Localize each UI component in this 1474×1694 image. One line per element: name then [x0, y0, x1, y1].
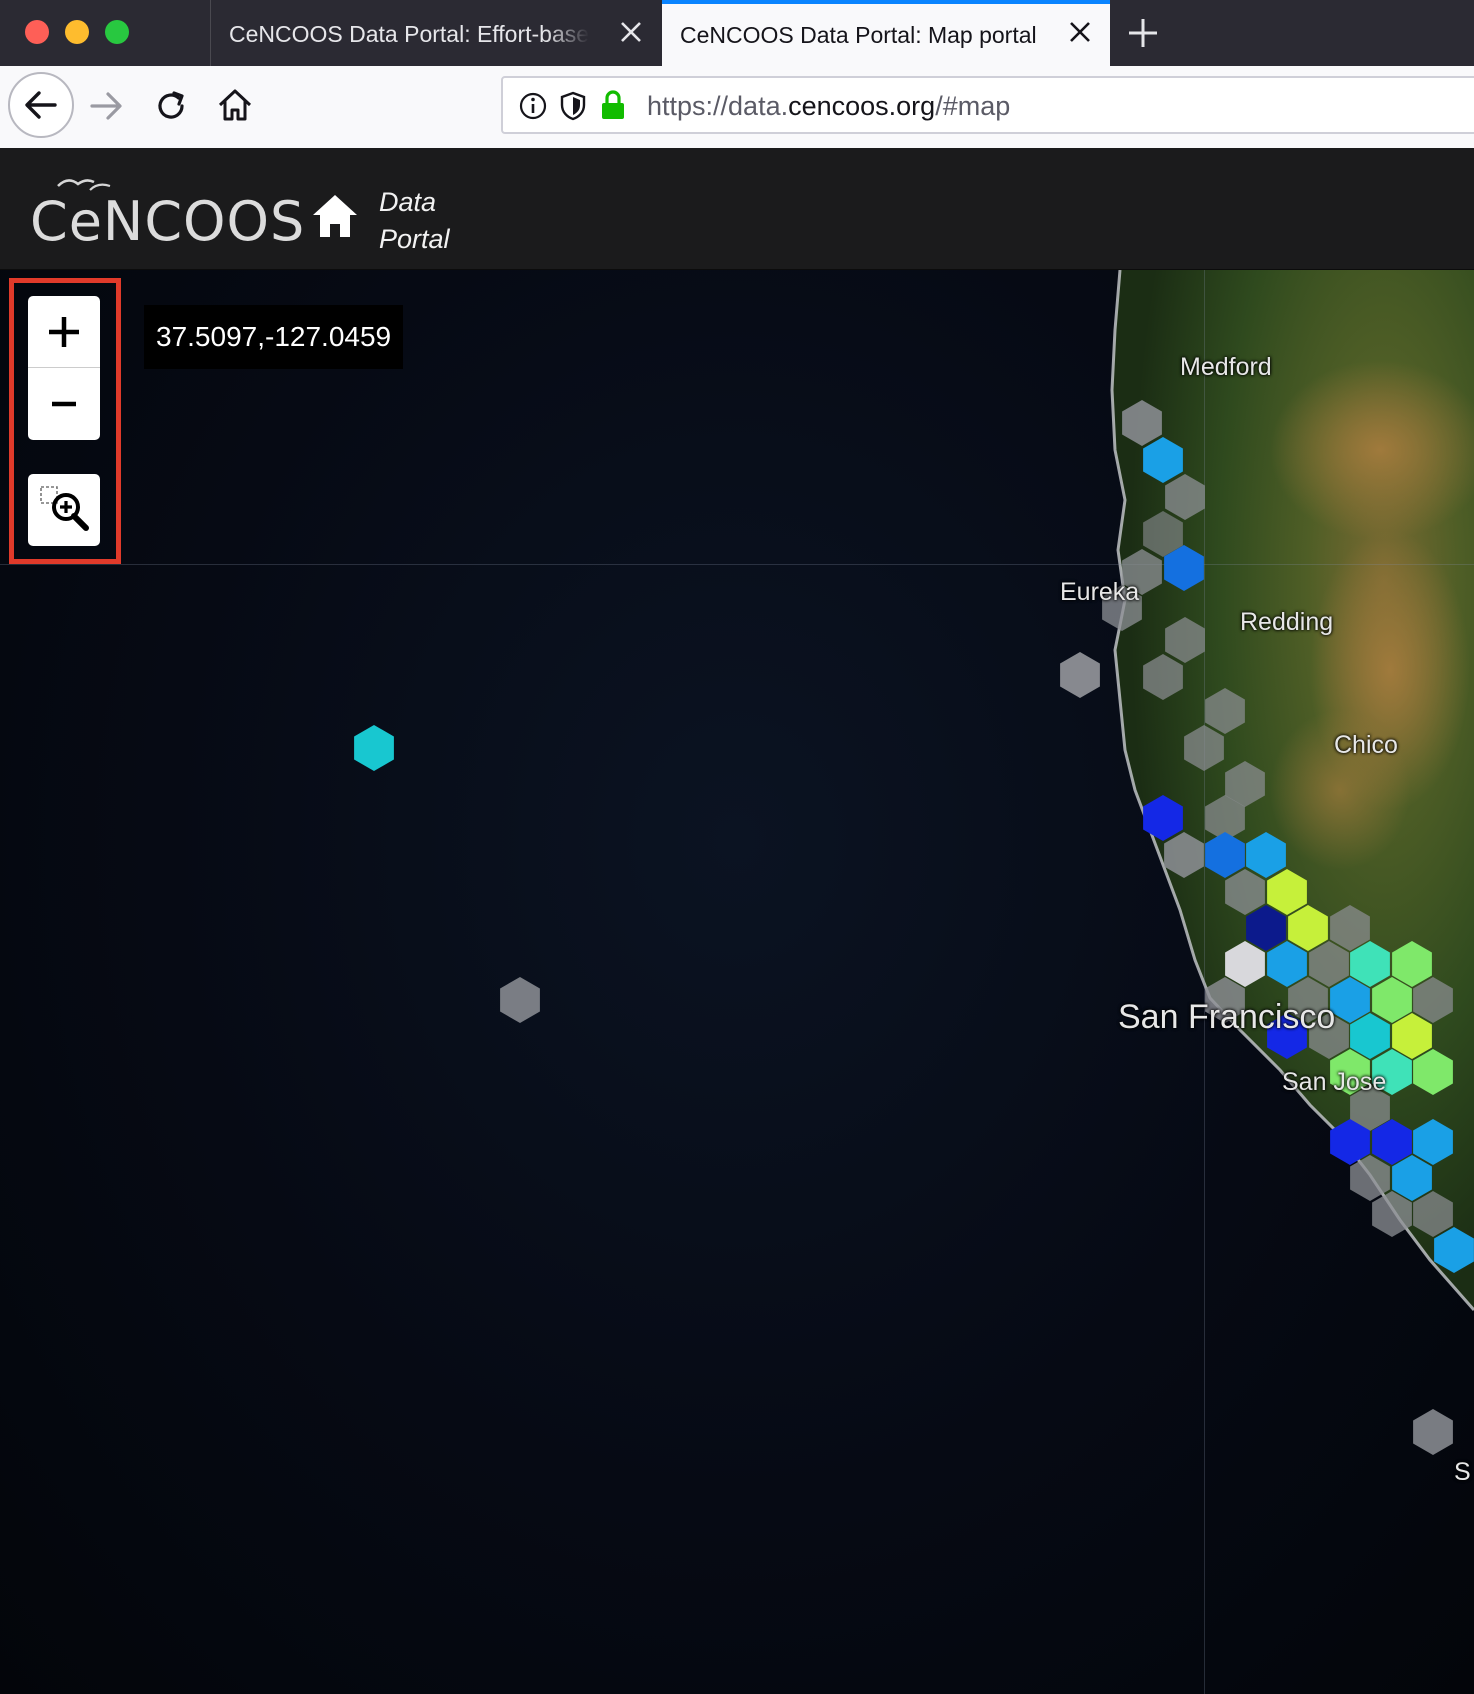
tab-title: CeNCOOS Data Portal: Effort-based: [229, 21, 589, 47]
hexbin-cell[interactable]: [1267, 869, 1307, 915]
browser-navigation-bar: https://data.cencoos.org/#map: [0, 66, 1474, 149]
browser-tab-strip: CeNCOOS Data Portal: Effort-based CeNCOO…: [0, 0, 1474, 66]
city-label-eureka: Eureka: [1060, 578, 1140, 606]
hexbin-cell[interactable]: [1246, 832, 1286, 878]
city-label-redding: Redding: [1240, 608, 1334, 636]
url-prefix: https://data.: [647, 91, 789, 121]
map-viewport[interactable]: Medford Eureka Redding Chico San Francis…: [0, 270, 1474, 1694]
hexbin-cell[interactable]: [1392, 1155, 1432, 1201]
window-minimize-button[interactable]: [65, 20, 89, 44]
info-icon[interactable]: [519, 92, 547, 120]
hexbin-cell[interactable]: [1413, 1049, 1453, 1095]
city-label-medford: Medford: [1180, 353, 1272, 381]
hexbin-cell[interactable]: [1413, 977, 1453, 1023]
hexbin-cell[interactable]: [1267, 941, 1307, 987]
reload-icon[interactable]: [153, 88, 189, 124]
hexbin-cell[interactable]: [1434, 1227, 1474, 1273]
nav-label-line2: Portal: [379, 224, 450, 254]
hexbin-cell[interactable]: [1413, 1119, 1453, 1165]
hexbin-cell[interactable]: [354, 725, 394, 771]
url-text[interactable]: https://data.cencoos.org/#map: [647, 78, 1010, 134]
city-label-partial: S: [1454, 1458, 1471, 1486]
hexbin-cell[interactable]: [1060, 652, 1100, 698]
hexbin-cell[interactable]: [1225, 869, 1265, 915]
city-label-san-jose: San Jose: [1282, 1068, 1387, 1096]
hexbin-cell[interactable]: [1330, 977, 1370, 1023]
hexbin-cell[interactable]: [1350, 1155, 1390, 1201]
nav-label-line1: Data: [379, 187, 437, 217]
hexbin-cell[interactable]: [1143, 437, 1183, 483]
hexbin-cell[interactable]: [1165, 617, 1205, 663]
url-path: /#map: [935, 91, 1011, 121]
hexbin-cell[interactable]: [1122, 400, 1162, 446]
data-portal-link[interactable]: Data Portal: [379, 184, 450, 258]
hexbin-cell[interactable]: [1350, 1013, 1390, 1059]
site-header: CeNCOOS Data Portal: [0, 148, 1474, 271]
window-zoom-button[interactable]: [105, 20, 129, 44]
hexbin-cell[interactable]: [1392, 941, 1432, 987]
home-icon[interactable]: [216, 86, 254, 124]
hexbin-cell[interactable]: [1143, 654, 1183, 700]
hexbin-cell[interactable]: [1165, 474, 1205, 520]
tracking-protection-shield-icon[interactable]: [559, 91, 587, 121]
back-button[interactable]: [7, 71, 75, 139]
browser-tab-map-portal[interactable]: CeNCOOS Data Portal: Map portal: [662, 0, 1110, 66]
url-bar[interactable]: https://data.cencoos.org/#map: [501, 76, 1474, 134]
hexbin-cell[interactable]: [1288, 905, 1328, 951]
city-label-chico: Chico: [1334, 731, 1398, 759]
hexbin-cell[interactable]: [500, 977, 540, 1023]
hexbin-cell[interactable]: [1392, 1013, 1432, 1059]
hexbin-cell[interactable]: [1225, 941, 1265, 987]
home-icon[interactable]: [311, 193, 359, 239]
hexbin-cell[interactable]: [1413, 1191, 1453, 1237]
hexbin-cell[interactable]: [1205, 832, 1245, 878]
highlight-annotation-box: [9, 278, 121, 564]
hexbin-cell[interactable]: [1309, 941, 1349, 987]
hexbin-cell[interactable]: [1205, 688, 1245, 734]
secure-lock-icon[interactable]: [599, 89, 627, 121]
hexbin-cell[interactable]: [1372, 977, 1412, 1023]
hexbin-cell[interactable]: [1246, 905, 1286, 951]
close-tab-icon[interactable]: [617, 18, 645, 46]
hexbin-cell[interactable]: [1143, 795, 1183, 841]
hexbin-cell[interactable]: [1330, 905, 1370, 951]
hexbin-cell[interactable]: [1372, 1191, 1412, 1237]
hexbin-cell[interactable]: [1413, 1409, 1453, 1455]
url-domain: cencoos.org: [788, 91, 936, 121]
forward-icon[interactable]: [88, 88, 124, 124]
tab-title: CeNCOOS Data Portal: Map portal: [680, 22, 1037, 48]
new-tab-icon[interactable]: [1126, 16, 1160, 50]
hexbin-cell[interactable]: [1184, 725, 1224, 771]
hexbin-layer: [354, 400, 1474, 1455]
city-label-san-francisco: San Francisco: [1118, 998, 1336, 1036]
browser-tab-effort-based[interactable]: CeNCOOS Data Portal: Effort-based: [210, 0, 661, 66]
close-tab-icon[interactable]: [1066, 18, 1094, 46]
cencoos-logo[interactable]: CeNCOOS: [30, 190, 305, 253]
hexbin-cell[interactable]: [1350, 941, 1390, 987]
cursor-coordinates-readout: 37.5097,-127.0459: [144, 305, 404, 369]
hexbin-cell[interactable]: [1164, 832, 1204, 878]
window-close-button[interactable]: [25, 20, 49, 44]
